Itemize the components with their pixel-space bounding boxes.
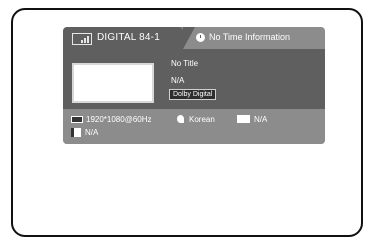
extra-info-label: N/A [85,128,99,137]
language-icon [177,115,184,123]
teletext-icon [71,128,81,137]
channel-label: DIGITAL 84-1 [97,32,160,43]
clock-icon [196,33,205,42]
time-info-label: No Time Information [209,32,291,42]
banner-header: DIGITAL 84-1 No Time Information [63,27,325,49]
subtitle-icon [237,115,250,123]
audio-info: N/A [171,76,185,85]
resolution-icon [71,116,83,123]
program-title: No Title [171,59,199,68]
program-info-panel: No Title N/A Dolby Digital [63,49,325,109]
subtitle-label: N/A [254,115,268,124]
antenna-signal-icon [72,33,92,45]
channel-info-banner: DIGITAL 84-1 No Time Information No Titl… [63,27,325,144]
audio-format-badge: Dolby Digital [169,89,217,100]
resolution-label: 1920*1080@60Hz [86,115,152,124]
preview-window [72,63,154,103]
language-label: Korean [189,115,215,124]
stream-details: 1920*1080@60Hz Korean N/A N/A [63,109,325,144]
